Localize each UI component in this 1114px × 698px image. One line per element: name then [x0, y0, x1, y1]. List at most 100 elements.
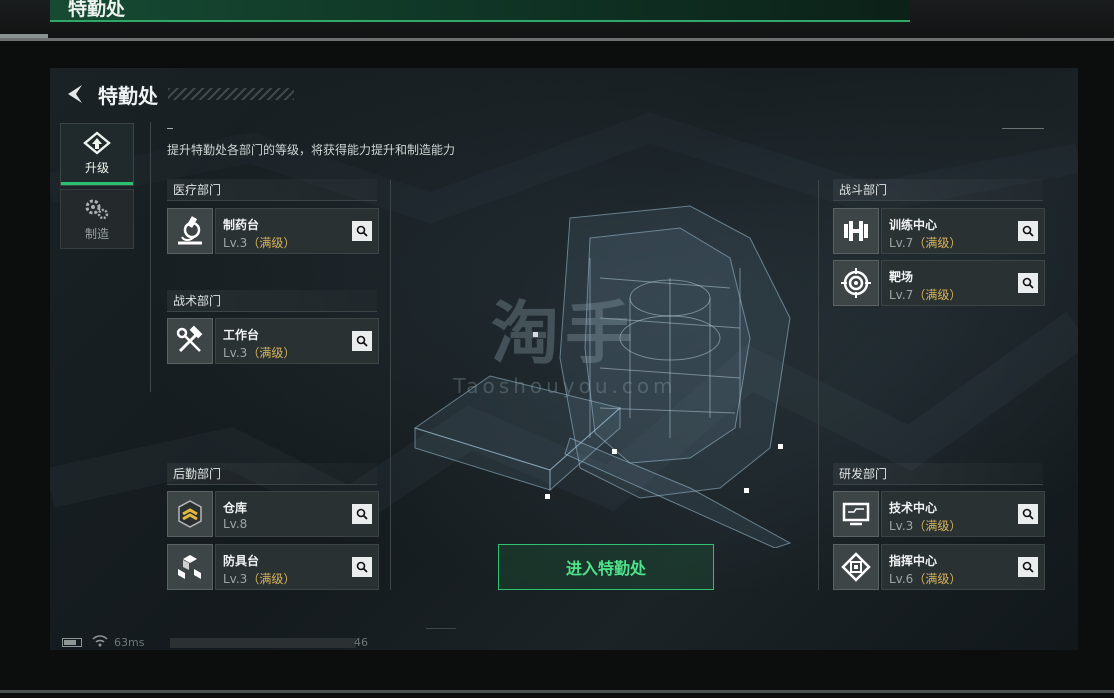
- dept-research-header: 研发部门: [833, 463, 1043, 485]
- facility-card-armor-bench[interactable]: 防具台 Lv.3（满级）: [167, 544, 379, 590]
- facility-card-command-center[interactable]: 指挥中心 Lv.6（满级）: [833, 544, 1045, 590]
- bottom-divider: [0, 690, 1114, 693]
- inspect-button[interactable]: [352, 557, 372, 577]
- max-level-tag: （满级）: [913, 572, 962, 586]
- facility-icon-box: [167, 208, 213, 254]
- dumbbell-icon: [844, 221, 868, 241]
- level-value: Lv.3: [889, 519, 914, 533]
- facility-level: Lv.6（满级）: [889, 570, 961, 587]
- search-icon: [356, 335, 368, 347]
- search-icon: [356, 508, 368, 520]
- facility-card-range[interactable]: 靶场 Lv.7（满级）: [833, 260, 1045, 306]
- level-value: Lv.6: [889, 572, 914, 586]
- rank-chevron-icon: [178, 500, 202, 528]
- facility-info: 技术中心 Lv.3（满级）: [881, 491, 1045, 537]
- facility-level: Lv.7（满级）: [889, 234, 961, 251]
- inspect-button[interactable]: [352, 221, 372, 241]
- inspect-button[interactable]: [352, 331, 372, 351]
- facility-icon-box: [167, 491, 213, 537]
- facility-level: Lv.7（满级）: [889, 286, 961, 303]
- facility-card-training[interactable]: 训练中心 Lv.7（满级）: [833, 208, 1045, 254]
- monitor-icon: [842, 502, 870, 526]
- tab-upgrade-label: 升级: [84, 160, 109, 175]
- search-icon: [1022, 277, 1034, 289]
- max-level-tag: （满级）: [247, 236, 296, 250]
- tab-craft[interactable]: 制造: [60, 189, 134, 249]
- dept-medical-header: 医疗部门: [167, 179, 377, 201]
- ping-readout: 63ms: [114, 636, 145, 649]
- game-screen: 特勤处 升级 制造 提升特勤处各部门的等级，将获得能力提升和制造能力 医疗部门: [50, 68, 1078, 650]
- upgrade-icon: [83, 130, 111, 155]
- facility-info: 防具台 Lv.3（满级）: [215, 544, 379, 590]
- bottom-deco-line: [426, 628, 456, 629]
- watermark-text: Taoshouyou.com: [453, 374, 677, 398]
- dept-logistics-header: 后勤部门: [167, 463, 377, 485]
- tab-upgrade[interactable]: 升级: [60, 123, 134, 186]
- level-value: Lv.3: [223, 346, 248, 360]
- facility-info: 指挥中心 Lv.6（满级）: [881, 544, 1045, 590]
- facility-level: Lv.3（满级）: [223, 234, 295, 251]
- title-decoration: [168, 88, 294, 100]
- facility-level: Lv.8: [223, 517, 247, 531]
- facility-level: Lv.3（满级）: [223, 570, 295, 587]
- watermark-logo: 淘手: [490, 295, 639, 374]
- max-level-tag: （满级）: [913, 519, 962, 533]
- facility-card-tech-center[interactable]: 技术中心 Lv.3（满级）: [833, 491, 1045, 537]
- inspect-button[interactable]: [1018, 273, 1038, 293]
- command-chip-icon: [841, 552, 871, 582]
- facility-icon-box: [833, 208, 879, 254]
- inspect-button[interactable]: [1018, 221, 1038, 241]
- facility-name: 训练中心: [889, 218, 938, 232]
- intro-dash: [167, 128, 173, 129]
- inspect-button[interactable]: [1018, 504, 1038, 524]
- facility-name: 指挥中心: [889, 554, 938, 568]
- cubes-icon: [178, 555, 201, 579]
- intro-text: 提升特勤处各部门的等级，将获得能力提升和制造能力: [167, 143, 456, 157]
- facility-name: 工作台: [223, 328, 260, 342]
- facility-name: 仓库: [223, 501, 248, 515]
- inspect-button[interactable]: [352, 504, 372, 524]
- facility-name: 技术中心: [889, 501, 938, 515]
- facility-level: Lv.3（满级）: [889, 517, 961, 534]
- status-bar: 63ms 46: [62, 634, 382, 652]
- max-level-tag: （满级）: [913, 236, 962, 250]
- max-level-tag: （满级）: [247, 346, 296, 360]
- facility-info: 制药台 Lv.3（满级）: [215, 208, 379, 254]
- back-arrow-icon[interactable]: [62, 82, 86, 106]
- facility-icon-box: [167, 544, 213, 590]
- target-icon: [841, 268, 871, 298]
- facility-name: 制药台: [223, 218, 260, 232]
- top-bar: 特勤处: [0, 0, 1114, 38]
- search-icon: [1022, 561, 1034, 573]
- top-divider: [0, 38, 1114, 41]
- dept-tactical-header: 战术部门: [167, 290, 377, 312]
- sidebar-divider: [150, 122, 151, 392]
- facility-icon-box: [167, 318, 213, 364]
- facility-card-workbench[interactable]: 工作台 Lv.3（满级）: [167, 318, 379, 364]
- page-title: 特勤处: [98, 84, 158, 108]
- search-icon: [1022, 225, 1034, 237]
- max-level-tag: （满级）: [913, 288, 962, 302]
- top-tab-highlight: [50, 0, 910, 22]
- status-strip: [170, 638, 356, 648]
- enter-special-ops-button[interactable]: 进入特勤处: [498, 544, 714, 590]
- search-icon: [356, 561, 368, 573]
- facility-card-storage[interactable]: 仓库 Lv.8: [167, 491, 379, 537]
- inspect-button[interactable]: [1018, 557, 1038, 577]
- facility-icon-box: [833, 260, 879, 306]
- search-icon: [1022, 508, 1034, 520]
- corner-deco-line: [1002, 128, 1044, 129]
- max-level-tag: （满级）: [247, 572, 296, 586]
- top-bar-title: 特勤处: [68, 0, 126, 20]
- microscope-icon: [178, 216, 202, 245]
- facility-card-pharmacy[interactable]: 制药台 Lv.3（满级）: [167, 208, 379, 254]
- dept-combat-header: 战斗部门: [833, 179, 1043, 201]
- facility-info: 靶场 Lv.7（满级）: [881, 260, 1045, 306]
- facility-name: 防具台: [223, 554, 260, 568]
- facility-name: 靶场: [889, 270, 914, 284]
- battery-icon: [62, 638, 82, 647]
- facility-info: 工作台 Lv.3（满级）: [215, 318, 379, 364]
- wifi-icon: [92, 635, 108, 647]
- hammer-wrench-icon: [176, 325, 203, 353]
- level-value: Lv.3: [223, 236, 248, 250]
